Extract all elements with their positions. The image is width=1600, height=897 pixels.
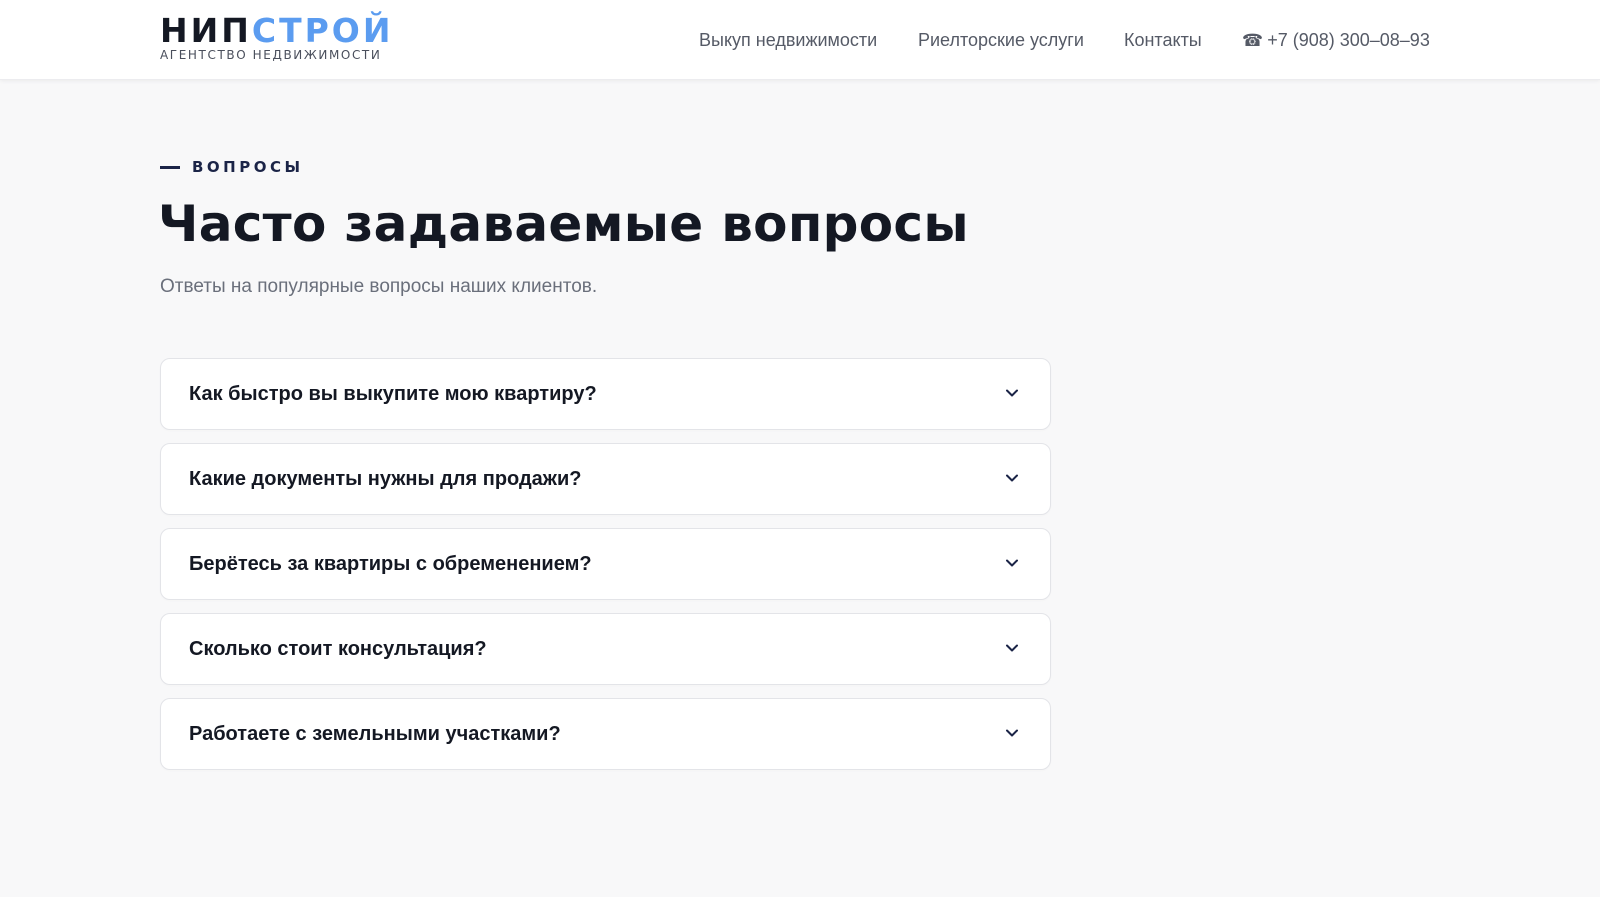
faq-item-documents[interactable]: Какие документы нужны для продажи?	[160, 443, 1051, 515]
faq-item-buyout-speed[interactable]: Как быстро вы выкупите мою квартиру?	[160, 358, 1051, 430]
faq-question: Какие документы нужны для продажи?	[189, 468, 582, 490]
nav-link-buyout[interactable]: Выкуп недвижимости	[699, 28, 877, 52]
chevron-down-icon	[1006, 644, 1018, 652]
faq-item-consultation-cost[interactable]: Сколько стоит консультация?	[160, 613, 1051, 685]
phone-number: +7 (908) 300–08–93	[1267, 30, 1430, 50]
section-subtitle: Ответы на популярные вопросы наших клиен…	[160, 276, 598, 297]
chevron-down-icon	[1006, 729, 1018, 737]
nav-link-realtor-services[interactable]: Риелторские услуги	[918, 28, 1084, 52]
faq-question: Как быстро вы выкупите мою квартиру?	[189, 383, 597, 405]
phone-icon: ☎	[1242, 31, 1264, 50]
logo-wordmark: НИПСТРОЙ	[160, 14, 393, 48]
chevron-down-icon	[1006, 474, 1018, 482]
site-header: НИПСТРОЙ АГЕНТСТВО НЕДВИЖИМОСТИ Выкуп не…	[0, 0, 1600, 80]
eyebrow-label: ВОПРОСЫ	[192, 158, 304, 176]
faq-question: Сколько стоит консультация?	[189, 638, 487, 660]
nav-phone-link[interactable]: ☎ +7 (908) 300–08–93	[1242, 28, 1430, 53]
eyebrow-dash	[160, 165, 180, 169]
logo-part-blue: СТРОЙ	[251, 11, 394, 50]
section-eyebrow: ВОПРОСЫ	[160, 158, 304, 176]
faq-item-land-plots[interactable]: Работаете с земельными участками?	[160, 698, 1051, 770]
chevron-down-icon	[1006, 389, 1018, 397]
logo[interactable]: НИПСТРОЙ АГЕНТСТВО НЕДВИЖИМОСТИ	[160, 14, 393, 63]
faq-item-encumbrance[interactable]: Берётесь за квартиры с обременением?	[160, 528, 1051, 600]
faq-list: Как быстро вы выкупите мою квартиру? Как…	[160, 358, 1051, 783]
faq-question: Берётесь за квартиры с обременением?	[189, 553, 592, 575]
faq-question: Работаете с земельными участками?	[189, 723, 561, 745]
chevron-down-icon	[1006, 559, 1018, 567]
logo-subtitle: АГЕНТСТВО НЕДВИЖИМОСТИ	[160, 48, 382, 62]
nav-link-contacts[interactable]: Контакты	[1124, 28, 1202, 52]
logo-part-dark: НИП	[160, 11, 252, 50]
page-title: Часто задаваемые вопросы	[158, 195, 969, 253]
